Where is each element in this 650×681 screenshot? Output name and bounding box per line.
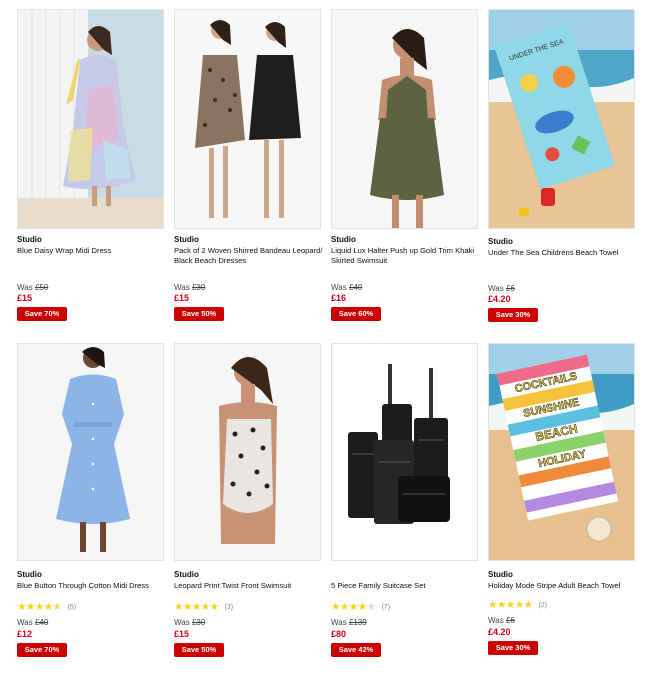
review-count: (2) [538,602,548,609]
stars-icon: ★★★★★ [488,599,533,611]
product-title[interactable]: Holiday Mode Stripe Adult Beach Towel [488,581,638,591]
product-image[interactable] [17,9,164,229]
product-card[interactable]: Studio Liquid Lux Halter Push up Gold Tr… [331,9,478,349]
sale-price: £80 [331,629,347,639]
product-card[interactable]: COCKTAILS SUNSHINE BEACH HOLIDAY Studio … [488,343,635,681]
sale-price: £16 [331,293,347,303]
brand-name: Studio [331,235,356,244]
brand-name: Studio [17,235,42,244]
product-image[interactable] [331,343,478,561]
was-price: Was £139 [331,618,367,627]
star-rating: ★★★★★ (3) [174,602,233,613]
star-rating: ★★★★★ (2) [488,600,547,611]
product-title[interactable]: Blue Button Through Cotton Midi Dress [17,581,167,591]
was-price: Was £50 [17,283,49,292]
review-count: (7) [381,604,391,611]
product-image[interactable] [174,9,321,229]
save-badge: Save 50% [174,307,224,321]
product-title[interactable]: Leopard Print Twist Front Swimsuit [174,581,324,591]
product-card[interactable]: UNDER THE SEA Studio Under The Sea Child… [488,9,635,349]
product-card[interactable]: 5 Piece Family Suitcase Set ★★★★★ (7) Wa… [331,343,478,681]
was-price: Was £30 [174,618,206,627]
stars-icon: ★★★★★ [174,601,219,613]
stars-icon: ★★★★★ [17,601,62,613]
product-title[interactable]: Liquid Lux Halter Push up Gold Trim Khak… [331,246,481,266]
review-count: (3) [224,604,234,611]
brand-name: Studio [17,570,42,579]
save-badge: Save 70% [17,307,67,321]
sale-price: £4.20 [488,627,511,637]
product-title[interactable]: Blue Daisy Wrap Midi Dress [17,246,167,256]
product-title[interactable]: Under The Sea Childrens Beach Towel [488,248,638,258]
brand-name: Studio [488,570,513,579]
was-price: Was £40 [17,618,49,627]
product-card[interactable]: Studio Pack of 2 Woven Shirred Bandeau L… [174,9,324,349]
brand-name: Studio [488,237,513,246]
save-badge: Save 50% [174,643,224,657]
sale-price: £15 [174,629,190,639]
was-price: Was £6 [488,284,515,293]
product-image[interactable] [174,343,321,561]
save-badge: Save 30% [488,308,538,322]
was-price: Was £6 [488,616,515,625]
save-badge: Save 60% [331,307,381,321]
sale-price: £12 [17,629,33,639]
save-badge: Save 70% [17,643,67,657]
sale-price: £15 [174,293,190,303]
sale-price: £4.20 [488,294,511,304]
product-card[interactable]: Studio Blue Daisy Wrap Midi Dress Was £5… [17,9,164,349]
was-price: Was £30 [174,283,206,292]
product-card[interactable]: Studio Blue Button Through Cotton Midi D… [17,343,164,681]
save-badge: Save 42% [331,643,381,657]
brand-name: Studio [174,235,199,244]
product-image[interactable]: UNDER THE SEA [488,9,635,229]
product-image[interactable]: COCKTAILS SUNSHINE BEACH HOLIDAY [488,343,635,561]
product-image[interactable] [331,9,478,229]
stars-icon: ★★★★★ [331,601,376,613]
sale-price: £15 [17,293,33,303]
product-title[interactable]: Pack of 2 Woven Shirred Bandeau Leopard/… [174,246,324,266]
brand-name: Studio [174,570,199,579]
product-card[interactable]: Studio Leopard Print Twist Front Swimsui… [174,343,321,681]
star-rating: ★★★★★ (7) [331,602,390,613]
was-price: Was £40 [331,283,363,292]
product-image[interactable] [17,343,164,561]
review-count: (5) [67,604,77,611]
save-badge: Save 30% [488,641,538,655]
product-title[interactable]: 5 Piece Family Suitcase Set [331,581,481,591]
star-rating: ★★★★★ (5) [17,602,76,613]
